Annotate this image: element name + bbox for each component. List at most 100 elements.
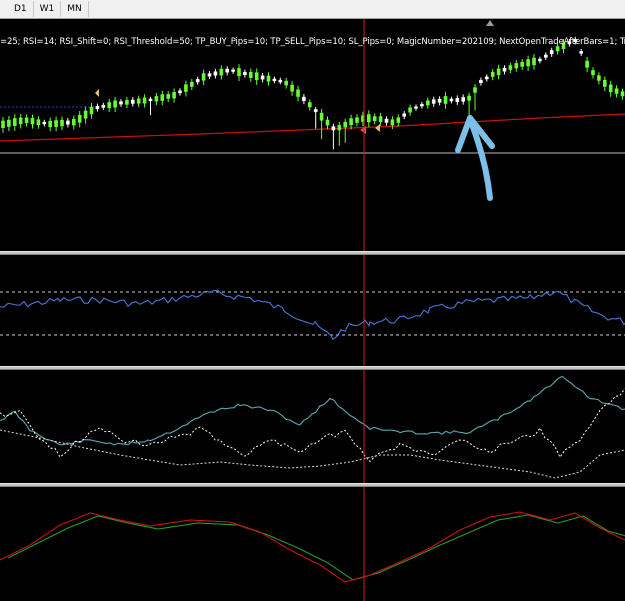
rsi-panel-background (0, 255, 625, 366)
main-panel-background (0, 19, 625, 251)
candle (349, 118, 353, 126)
candle (101, 104, 106, 108)
candle (172, 92, 176, 99)
candle (1, 120, 5, 128)
candle (402, 113, 406, 117)
candle (54, 120, 58, 127)
panel-separator-rsi[interactable] (0, 251, 625, 255)
candle (219, 68, 224, 76)
candle (614, 88, 619, 94)
candle (420, 104, 424, 107)
candle (549, 50, 554, 55)
candle (378, 116, 383, 123)
candle (597, 75, 601, 81)
candle (119, 101, 123, 105)
candle (555, 46, 560, 52)
candle (231, 69, 235, 72)
candle (190, 81, 194, 87)
candle (125, 100, 129, 105)
candle (42, 121, 47, 125)
candle (538, 58, 542, 62)
candle (260, 75, 265, 80)
candle (66, 120, 70, 125)
candle (461, 97, 465, 102)
candle (95, 106, 100, 110)
candle (473, 87, 477, 93)
candle (178, 90, 182, 94)
expert-parameters-text: =25; RSI=14; RSI_Shift=0; RSI_Threshold=… (0, 37, 625, 47)
candle (514, 63, 519, 69)
main-price-panel (0, 19, 625, 251)
candle (355, 117, 359, 123)
rsi-panel (0, 255, 625, 366)
candle (532, 57, 536, 66)
candle (160, 94, 165, 101)
candle (48, 120, 52, 128)
candle (13, 118, 17, 126)
candle (195, 79, 200, 83)
candle (337, 125, 342, 131)
candle (237, 68, 241, 77)
candle (520, 61, 524, 67)
candle (7, 119, 11, 127)
candle (296, 89, 300, 97)
candle (60, 119, 64, 127)
candle (431, 99, 436, 104)
candle (254, 72, 259, 81)
candle (367, 114, 371, 123)
candle (372, 116, 377, 122)
candle (148, 98, 153, 101)
candle (24, 117, 29, 123)
candle (278, 79, 283, 83)
candle (18, 117, 23, 125)
candle (319, 112, 324, 121)
candle (131, 99, 135, 104)
candle (89, 106, 94, 115)
candle (249, 71, 253, 78)
candle (585, 60, 589, 68)
oscillator-panel-background (0, 487, 625, 601)
candle (107, 102, 111, 109)
stochastic-panel (0, 370, 625, 483)
panel-separator-stochastic[interactable] (0, 366, 625, 370)
candle (437, 98, 442, 103)
candle (490, 72, 495, 77)
candle (77, 114, 82, 123)
candle (526, 59, 530, 67)
candle (184, 84, 188, 92)
candle (142, 97, 147, 104)
candle (544, 54, 548, 58)
panel-separator-oscillator[interactable] (0, 483, 625, 487)
candle (496, 68, 501, 76)
candle (290, 84, 294, 92)
candle (479, 79, 483, 83)
candle (508, 65, 513, 70)
candle (72, 118, 76, 126)
candle (154, 96, 159, 102)
candle (213, 71, 218, 76)
candle (302, 96, 306, 102)
candle (266, 75, 271, 82)
candle (83, 110, 88, 119)
candle (313, 109, 318, 113)
candle (384, 118, 389, 123)
candle (603, 79, 607, 87)
candle (502, 67, 507, 72)
candle (225, 68, 229, 73)
candle (30, 118, 35, 125)
candle (331, 126, 336, 131)
candle (308, 102, 312, 108)
candle (36, 119, 41, 125)
candle (113, 100, 117, 108)
candle (284, 80, 288, 86)
candle (243, 71, 247, 75)
candle (414, 106, 418, 109)
price-chart[interactable] (0, 0, 625, 601)
candle (136, 98, 141, 104)
oscillator-panel (0, 487, 625, 601)
candle (396, 117, 401, 123)
candle (390, 119, 395, 126)
candle (455, 98, 460, 102)
candle (343, 121, 347, 128)
candle (272, 78, 277, 82)
